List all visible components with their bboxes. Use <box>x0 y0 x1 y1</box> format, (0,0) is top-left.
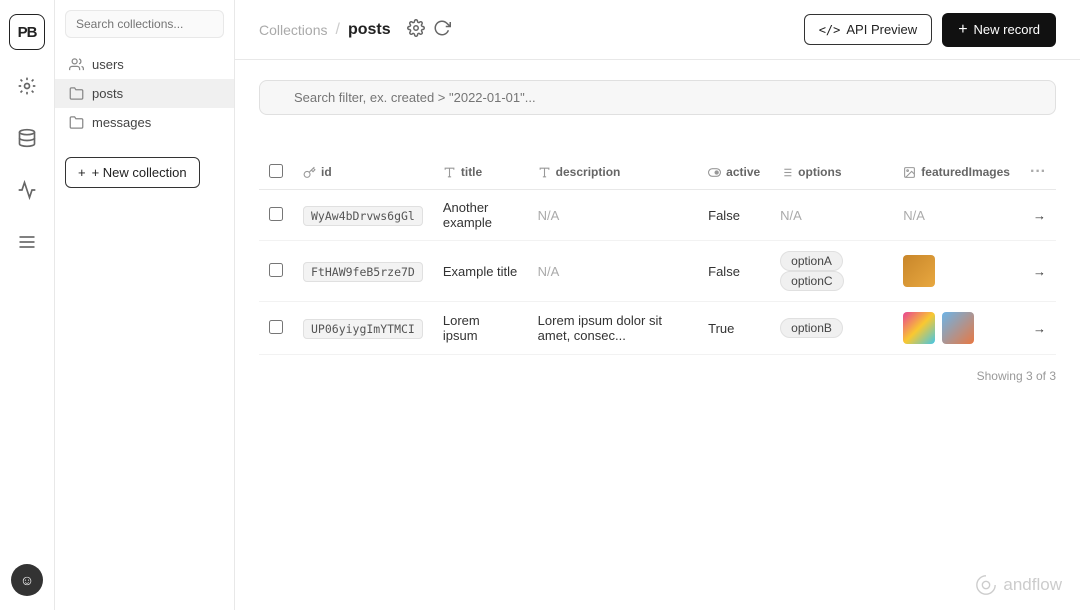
tag-optionC: optionC <box>780 271 843 291</box>
id-badge-2: FtHAW9feB5rze7D <box>303 262 423 282</box>
key-icon <box>303 166 316 179</box>
td-options-3: optionB <box>770 302 893 355</box>
users-icon <box>69 57 84 72</box>
table-row: FtHAW9feB5rze7D Example title N/A False … <box>259 241 1056 302</box>
th-id[interactable]: id <box>293 155 433 190</box>
nav-icon-database[interactable] <box>11 122 43 154</box>
td-arrow-3[interactable]: → <box>1020 302 1056 355</box>
user-avatar[interactable]: ☺ <box>11 564 43 596</box>
row-checkbox-1[interactable] <box>269 207 283 221</box>
td-options-2: optionA optionC <box>770 241 893 302</box>
td-title-3: Lorem ipsum <box>433 302 528 355</box>
new-record-label: New record <box>974 22 1040 37</box>
th-options[interactable]: options <box>770 155 893 190</box>
more-options-icon[interactable]: ··· <box>1030 163 1046 180</box>
td-checkbox-1 <box>259 190 293 241</box>
folder-icon-messages <box>69 115 84 130</box>
td-arrow-1[interactable]: → <box>1020 190 1056 241</box>
list-icon <box>780 166 793 179</box>
sidebar-item-users[interactable]: users <box>55 50 234 79</box>
th-active[interactable]: active <box>698 155 770 190</box>
search-wrapper <box>259 80 1056 135</box>
td-id-1: WyAw4bDrvws6gGl <box>293 190 433 241</box>
new-collection-label: + New collection <box>92 165 187 180</box>
id-badge-1: WyAw4bDrvws6gGl <box>303 206 423 226</box>
type-icon-desc <box>538 166 551 179</box>
th-title[interactable]: title <box>433 155 528 190</box>
th-description[interactable]: description <box>528 155 698 190</box>
th-featured-images[interactable]: featuredImages <box>893 155 1020 190</box>
header-icons <box>407 19 451 40</box>
select-all-checkbox[interactable] <box>269 164 283 178</box>
sidebar-item-messages[interactable]: messages <box>55 108 234 137</box>
tag-optionA: optionA <box>780 251 843 271</box>
image-icon <box>903 166 916 179</box>
td-title-1: Another example <box>433 190 528 241</box>
new-collection-button[interactable]: + + New collection <box>65 157 200 188</box>
sidebar-item-posts[interactable]: posts <box>55 79 234 108</box>
id-badge-3: UP06yiygImYTMCI <box>303 319 423 339</box>
td-featured-images-3 <box>893 302 1020 355</box>
nav-icon-analytics[interactable] <box>11 174 43 206</box>
nav-icon-settings[interactable] <box>11 226 43 258</box>
image-thumb-3b <box>942 312 974 344</box>
table-row: WyAw4bDrvws6gGl Another example N/A Fals… <box>259 190 1056 241</box>
td-active-2: False <box>698 241 770 302</box>
image-thumb-3a <box>903 312 935 344</box>
sidebar: users posts messages + + New collection <box>55 0 235 610</box>
td-active-3: True <box>698 302 770 355</box>
search-filter-input[interactable] <box>259 80 1056 115</box>
table-header-row: id title description <box>259 155 1056 190</box>
td-featured-images-2 <box>893 241 1020 302</box>
toggle-icon <box>708 166 721 179</box>
main-content: id title description <box>235 60 1080 610</box>
td-id-3: UP06yiygImYTMCI <box>293 302 433 355</box>
breadcrumb-current: posts <box>348 21 391 39</box>
td-arrow-2[interactable]: → <box>1020 241 1056 302</box>
type-icon-title <box>443 166 456 179</box>
row-checkbox-3[interactable] <box>269 320 283 334</box>
td-description-2: N/A <box>528 241 698 302</box>
tag-optionB: optionB <box>780 318 843 338</box>
showing-text: Showing 3 of 3 <box>259 355 1056 383</box>
sidebar-item-label-posts: posts <box>92 86 123 101</box>
td-id-2: FtHAW9feB5rze7D <box>293 241 433 302</box>
td-checkbox-2 <box>259 241 293 302</box>
td-active-1: False <box>698 190 770 241</box>
main-panel: Collections / posts </> API Preview + Ne… <box>235 0 1080 610</box>
td-featured-images-1: N/A <box>893 190 1020 241</box>
breadcrumb-sep: / <box>335 21 339 39</box>
breadcrumb: Collections / posts <box>259 21 391 39</box>
icon-rail: PB ☺ <box>0 0 55 610</box>
new-record-plus-icon: + <box>958 21 967 39</box>
td-options-1: N/A <box>770 190 893 241</box>
api-preview-label: API Preview <box>846 22 917 37</box>
td-description-3: Lorem ipsum dolor sit amet, consec... <box>528 302 698 355</box>
logo[interactable]: PB <box>9 14 45 50</box>
row-checkbox-2[interactable] <box>269 263 283 277</box>
th-checkbox <box>259 155 293 190</box>
th-more: ··· <box>1020 155 1056 190</box>
main-header: Collections / posts </> API Preview + Ne… <box>235 0 1080 60</box>
search-collections-input[interactable] <box>65 10 224 38</box>
image-thumb-2 <box>903 255 935 287</box>
data-table: id title description <box>259 155 1056 355</box>
breadcrumb-root[interactable]: Collections <box>259 22 327 38</box>
table-row: UP06yiygImYTMCI Lorem ipsum Lorem ipsum … <box>259 302 1056 355</box>
folder-icon-posts <box>69 86 84 101</box>
api-preview-button[interactable]: </> API Preview <box>804 14 933 45</box>
sidebar-item-label-messages: messages <box>92 115 151 130</box>
td-title-2: Example title <box>433 241 528 302</box>
api-code-icon: </> <box>819 23 841 37</box>
settings-icon[interactable] <box>407 19 425 40</box>
sidebar-item-label-users: users <box>92 57 124 72</box>
refresh-icon[interactable] <box>433 19 451 40</box>
new-collection-plus-icon: + <box>78 165 86 180</box>
new-record-button[interactable]: + New record <box>942 13 1056 47</box>
td-checkbox-3 <box>259 302 293 355</box>
td-description-1: N/A <box>528 190 698 241</box>
nav-icon-collections[interactable] <box>11 70 43 102</box>
header-right: </> API Preview + New record <box>804 13 1056 47</box>
